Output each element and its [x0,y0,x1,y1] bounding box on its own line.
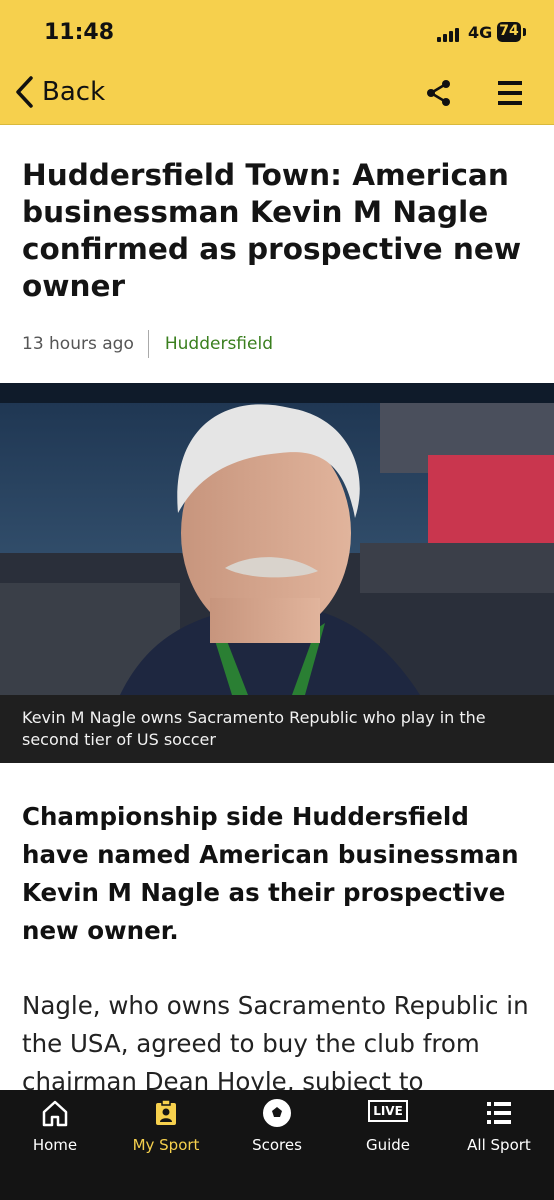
app-bar: Back [0,60,554,125]
hamburger-menu-icon[interactable] [496,78,524,108]
tab-scores-label: Scores [252,1136,302,1154]
article-content[interactable]: Huddersfield Town: American businessman … [0,125,554,1090]
status-bar: 11:48 4G 74 [0,0,554,60]
battery-icon: 74 [497,22,521,42]
tab-home-label: Home [32,1136,78,1154]
my-sport-icon [156,1099,176,1125]
tab-my-sport[interactable]: My Sport [111,1090,221,1162]
tab-all-sport-label: All Sport [467,1136,531,1154]
signal-icon [437,26,463,42]
status-time: 11:48 [44,20,115,45]
tab-my-sport-label: My Sport [132,1136,200,1154]
article-body: Nagle, who owns Sacramento Republic in t… [22,991,529,1090]
article-headline: Huddersfield Town: American businessman … [22,158,522,303]
meta-divider [147,330,149,358]
article-timestamp: 13 hours ago [22,334,134,354]
list-icon [487,1102,511,1124]
battery-tip [523,28,526,36]
live-icon: LIVE [368,1100,408,1122]
share-icon[interactable] [424,78,454,108]
network-type: 4G [468,23,493,42]
article-intro: Championship side Huddersfield have name… [22,802,519,945]
article-photo [0,383,554,695]
home-icon [42,1100,68,1127]
tab-guide[interactable]: LIVE Guide [333,1090,443,1162]
tab-guide-label: Guide [365,1136,411,1154]
article-meta: 13 hours ago Huddersfield [22,329,554,359]
battery-level: 74 [499,23,519,39]
chevron-left-icon [16,76,33,108]
tab-all-sport[interactable]: All Sport [444,1090,554,1162]
image-caption: Kevin M Nagle owns Sacramento Republic w… [0,695,554,763]
tab-home[interactable]: Home [0,1090,110,1162]
image-caption-text: Kevin M Nagle owns Sacramento Republic w… [22,708,486,749]
back-button[interactable]: Back [14,74,105,110]
tab-scores[interactable]: Scores [222,1090,332,1162]
football-icon [263,1099,291,1127]
back-label: Back [42,77,106,107]
bottom-tab-bar: Home My Sport Scores LIVE Guide All Spor… [0,1090,554,1200]
topic-link[interactable]: Huddersfield [165,334,273,354]
